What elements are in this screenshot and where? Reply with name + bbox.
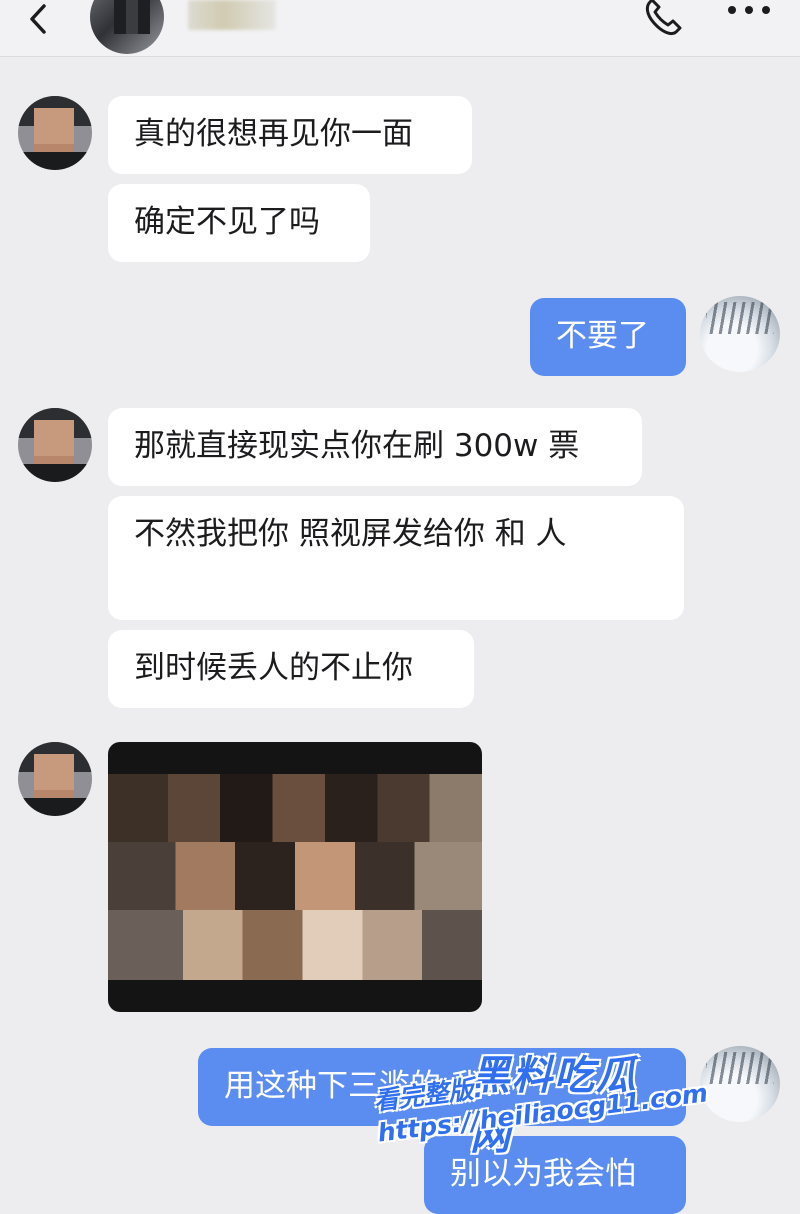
- more-icon[interactable]: [726, 4, 772, 16]
- chat-header: [0, 0, 800, 57]
- video-message-thumbnail[interactable]: [108, 742, 482, 1012]
- message-bubble[interactable]: 到时候丢人的不止你: [108, 630, 474, 708]
- contact-avatar[interactable]: [90, 0, 164, 54]
- message-bubble[interactable]: 确定不见了吗: [108, 184, 370, 262]
- sent-message-bubble[interactable]: 不要了: [530, 298, 686, 376]
- message-bubble[interactable]: 那就直接现实点你在刷 300w 票: [108, 408, 642, 486]
- message-bubble[interactable]: 真的很想再见你一面: [108, 96, 472, 174]
- phone-icon[interactable]: [640, 0, 688, 40]
- contact-name-redacted: [188, 0, 276, 30]
- my-avatar[interactable]: [700, 296, 780, 372]
- message-bubble[interactable]: 不然我把你 照视屏发给你 和 人: [108, 496, 684, 620]
- sender-avatar[interactable]: [18, 96, 92, 170]
- sender-avatar[interactable]: [18, 408, 92, 482]
- chevron-left-icon[interactable]: [22, 2, 56, 36]
- sender-avatar[interactable]: [18, 742, 92, 816]
